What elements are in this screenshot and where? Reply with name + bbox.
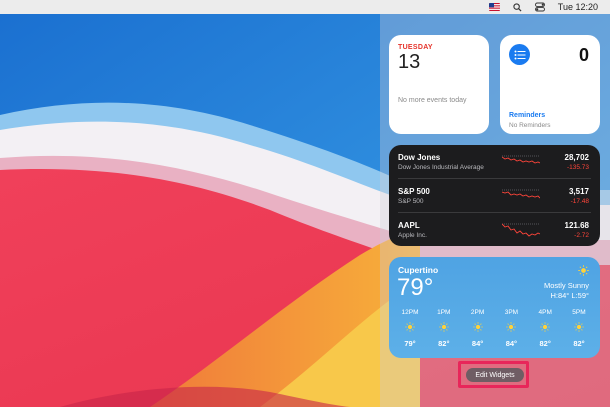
list-bullet-icon (509, 44, 530, 65)
reminders-widget[interactable]: 0 Reminders No Reminders (500, 35, 600, 134)
menu-bar-clock[interactable]: Tue 12:20 (558, 2, 598, 12)
reminders-subtitle: No Reminders (509, 122, 551, 129)
sun-icon (540, 322, 550, 332)
weather-widget[interactable]: Cupertino 79° Mostly Sunny H:84° L:59° 1… (389, 257, 600, 358)
weather-temperature: 79° (397, 274, 434, 301)
forecast-time: 5PM (572, 309, 586, 316)
forecast-hour: 1PM 82° (429, 309, 459, 348)
sun-icon (578, 265, 589, 276)
forecast-hour: 2PM 84° (463, 309, 493, 348)
stock-row[interactable]: S&P 500 S&P 500 3,517 -17.48 (389, 179, 600, 212)
stock-name: S&P 500 (398, 198, 424, 205)
forecast-temp: 84° (471, 339, 484, 348)
stock-symbol: S&P 500 (398, 187, 430, 196)
sun-icon (574, 322, 584, 332)
menu-bar: Tue 12:20 (0, 0, 610, 14)
forecast-hour: 3PM 84° (496, 309, 526, 348)
forecast-hour: 4PM 82° (530, 309, 560, 348)
weather-high-low: H:84° L:59° (550, 291, 589, 300)
stock-price: 3,517 (568, 187, 589, 196)
calendar-date: 13 (398, 51, 421, 73)
calendar-events-text: No more events today (398, 97, 467, 104)
stock-name: Apple Inc. (398, 232, 427, 239)
sun-icon (439, 322, 449, 332)
stock-sparkline (502, 155, 540, 164)
stock-row[interactable]: AAPL Apple Inc. 121.68 -2.72 (389, 213, 600, 246)
reminders-title: Reminders (509, 112, 546, 119)
stock-change: -17.48 (570, 198, 589, 205)
calendar-widget[interactable]: TUESDAY 13 No more events today (389, 35, 489, 134)
stock-sparkline (502, 189, 540, 199)
stocks-widget[interactable]: Dow Jones Dow Jones Industrial Average 2… (389, 145, 600, 246)
forecast-time: 4PM (538, 309, 552, 316)
stock-change: -135.73 (566, 164, 589, 171)
sun-icon (506, 322, 517, 332)
stock-change: -2.72 (574, 232, 589, 239)
search-icon[interactable] (512, 2, 523, 13)
forecast-temp: 79° (404, 339, 416, 348)
sun-icon (472, 322, 483, 332)
forecast-temp: 84° (505, 339, 518, 348)
forecast-time: 3PM (504, 309, 519, 316)
stock-price: 121.68 (564, 221, 589, 230)
stock-row[interactable]: Dow Jones Dow Jones Industrial Average 2… (389, 145, 600, 178)
calendar-day-of-week: TUESDAY (398, 44, 433, 51)
forecast-time: 12PM (401, 309, 419, 316)
stock-symbol: Dow Jones (398, 153, 441, 162)
stock-sparkline (502, 223, 540, 237)
edit-widgets-button[interactable]: Edit Widgets (466, 368, 524, 382)
stock-price: 28,702 (564, 153, 589, 162)
forecast-temp: 82° (539, 339, 551, 348)
forecast-hour: 12PM 79° (395, 309, 425, 348)
forecast-temp: 82° (573, 339, 585, 348)
stock-symbol: AAPL (398, 221, 420, 230)
control-center-icon[interactable] (535, 2, 546, 13)
forecast-time: 1PM (437, 309, 451, 316)
reminders-count: 0 (578, 45, 589, 65)
us-flag-icon[interactable] (488, 3, 500, 11)
forecast-hour: 5PM 82° (564, 309, 594, 348)
sun-icon (405, 322, 415, 332)
weather-condition: Mostly Sunny (543, 281, 589, 290)
forecast-temp: 82° (438, 339, 450, 348)
hourly-forecast: 12PM 79° 1PM 82° 2PM 84° 3PM 84° 4PM 82°… (395, 309, 594, 348)
forecast-time: 2PM (470, 309, 485, 316)
stock-name: Dow Jones Industrial Average (398, 164, 484, 171)
